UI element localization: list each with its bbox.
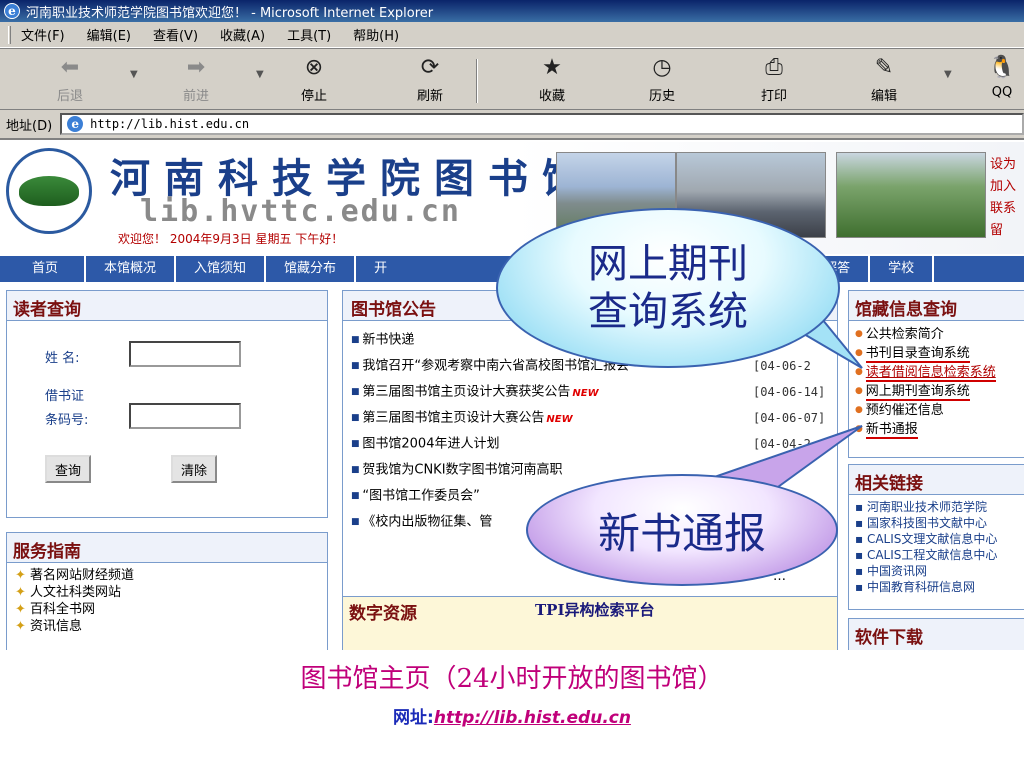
caption-url-link[interactable]: http://lib.hist.edu.cn bbox=[434, 708, 631, 728]
caption-url-label: 网址: bbox=[393, 708, 434, 728]
caption-title: 图书馆主页（24小时开放的图书馆） bbox=[300, 664, 724, 694]
journal-system-callout: 网上期刊 查询系统 bbox=[496, 208, 840, 368]
caption-url-line: 网址:http://lib.hist.edu.cn bbox=[0, 703, 1024, 728]
slide-caption: 图书馆主页（24小时开放的图书馆） 网址:http://lib.hist.edu… bbox=[0, 658, 1024, 728]
callout-pointers bbox=[696, 290, 863, 502]
new-books-callout: 新书通报 bbox=[526, 474, 838, 586]
